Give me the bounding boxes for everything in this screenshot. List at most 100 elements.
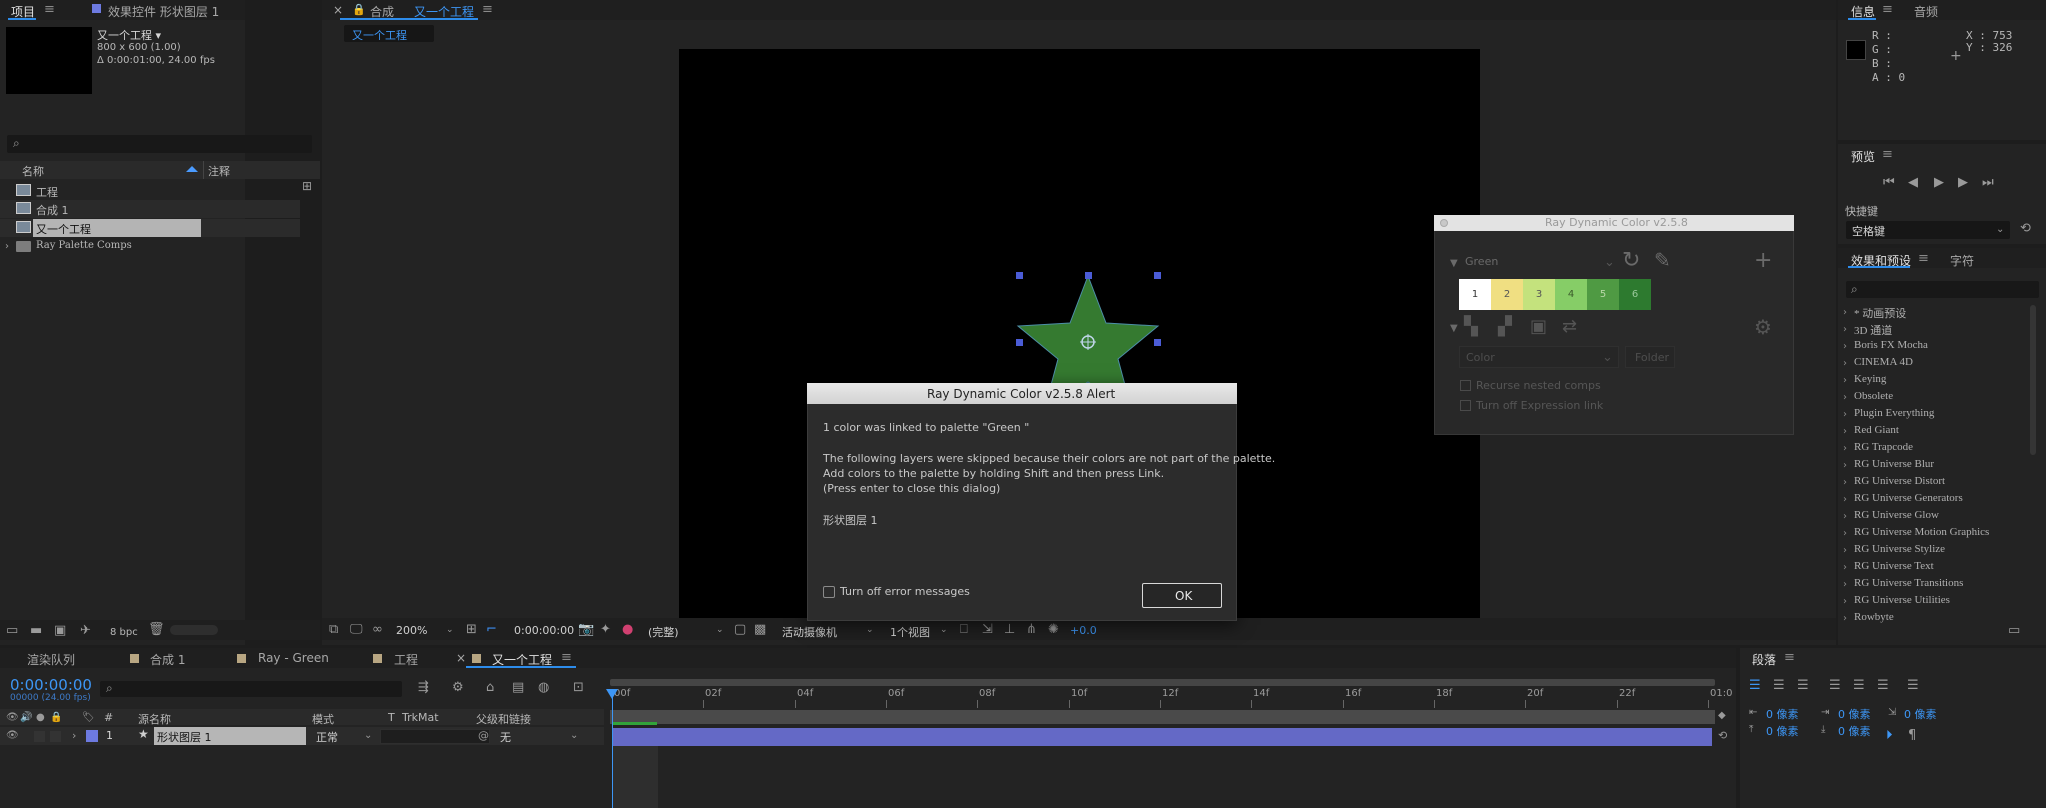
project-item-label[interactable]: 合成 1 <box>36 202 69 218</box>
effects-category-item[interactable]: RG Universe Stylize <box>1854 543 1945 555</box>
effects-category-item[interactable]: RG Trapcode <box>1854 441 1913 453</box>
reset-icon[interactable]: ⟲ <box>2020 222 2031 235</box>
collapse-triangle-icon[interactable]: ▼ <box>1450 322 1458 335</box>
chevron-down-icon[interactable]: ⌄ <box>716 624 724 637</box>
effects-category-item[interactable]: Plugin Everything <box>1854 407 1934 419</box>
chevron-right-icon[interactable]: › <box>1843 578 1847 591</box>
preview-menu-icon[interactable]: ≡ <box>1882 147 1893 162</box>
interpret-footage-icon[interactable]: ▭ <box>6 624 18 637</box>
chevron-right-icon[interactable]: › <box>1843 357 1847 370</box>
lock-icon[interactable]: 🔒 <box>50 711 62 724</box>
camera-snapshot-icon[interactable]: 📷 <box>578 623 594 636</box>
transparency-grid-icon[interactable]: ▩ <box>754 623 766 636</box>
reset-exposure-icon[interactable]: ✺ <box>1048 623 1059 636</box>
chevron-right-icon[interactable]: › <box>1843 408 1847 421</box>
gear-icon[interactable]: ⚙ <box>1754 317 1772 337</box>
comp-mini-flowchart-icon[interactable]: ⇶ <box>418 681 429 694</box>
pick-whip-icon[interactable]: @ <box>478 729 489 742</box>
flowchart-icon[interactable]: ⋔ <box>1026 623 1037 636</box>
palette-swatch[interactable]: 5 <box>1587 279 1619 310</box>
recurse-checkbox[interactable] <box>1460 380 1471 391</box>
effects-category-item[interactable]: RG Universe Text <box>1854 560 1934 572</box>
layer-label-color[interactable] <box>86 730 98 742</box>
current-time[interactable]: 0:00:00:00 <box>514 624 574 637</box>
first-frame-icon[interactable]: ⏮ <box>1883 176 1895 189</box>
info-menu-icon[interactable]: ≡ <box>1882 2 1893 17</box>
space-before-value[interactable]: 0 像素 <box>1766 723 1799 739</box>
error-messages-checkbox[interactable] <box>823 586 835 598</box>
align-right-icon[interactable]: ☰ <box>1797 679 1809 692</box>
palette-swatch[interactable]: 1 <box>1459 279 1491 310</box>
new-bin-icon[interactable]: ▭ <box>2008 624 2020 637</box>
chevron-right-icon[interactable]: › <box>1843 442 1847 455</box>
indent-first-icon[interactable]: ⇲ <box>1888 706 1896 719</box>
effects-category-item[interactable]: Red Giant <box>1854 424 1899 436</box>
keyframe-nav-icon[interactable]: ◆ <box>1718 709 1726 722</box>
col-parent[interactable]: 父级和链接 <box>476 711 531 727</box>
justify-center-icon[interactable]: ☰ <box>1853 679 1865 692</box>
show-snapshot-icon[interactable]: ✦ <box>600 623 611 636</box>
refresh-icon[interactable]: ↻ <box>1622 250 1640 272</box>
palette-name[interactable]: Green <box>1465 255 1498 268</box>
tab-timeline-project[interactable]: 工程 <box>394 651 418 668</box>
ray-panel-close-icon[interactable] <box>1440 219 1448 227</box>
comp-tab-close[interactable]: × <box>333 3 343 17</box>
next-frame-icon[interactable]: ▶ <box>1958 176 1968 189</box>
tab-timeline-comp1[interactable]: 合成 1 <box>150 651 185 668</box>
indent-left-icon[interactable]: ⇤ <box>1749 706 1757 719</box>
effects-category-item[interactable]: Obsolete <box>1854 390 1893 402</box>
indent-first-value[interactable]: 0 像素 <box>1904 706 1937 722</box>
lock-icon[interactable]: 🔒 <box>352 3 366 16</box>
effects-category-item[interactable]: RG Universe Distort <box>1854 475 1945 487</box>
video-eye-icon[interactable]: 👁 <box>6 711 19 724</box>
chevron-right-icon[interactable]: › <box>1843 527 1847 540</box>
vr-icon[interactable]: ∞ <box>372 623 383 636</box>
col-t[interactable]: T <box>388 711 395 724</box>
layer-duration-bar[interactable] <box>612 728 1712 746</box>
space-after-value[interactable]: 0 像素 <box>1838 723 1871 739</box>
space-before-icon[interactable]: ⤒ <box>1749 723 1753 736</box>
align-center-icon[interactable]: ☰ <box>1773 679 1785 692</box>
chevron-right-icon[interactable]: › <box>1843 306 1847 319</box>
chevron-right-icon[interactable]: › <box>5 240 9 253</box>
draft-3d-icon[interactable]: ⚙ <box>452 681 464 694</box>
tab-render-queue[interactable]: 渲染队列 <box>27 651 75 668</box>
ltr-icon[interactable]: ⏵ <box>1886 729 1893 742</box>
col-source-name[interactable]: 源名称 <box>138 711 171 727</box>
unlink-icon[interactable]: ▚ <box>1464 318 1478 336</box>
chevron-down-icon[interactable]: ⌄ <box>940 624 948 637</box>
justify-all-icon[interactable]: ☰ <box>1907 679 1919 692</box>
label-tag-icon[interactable]: 🏷 <box>82 711 95 724</box>
palette-swatch[interactable]: 6 <box>1619 279 1651 310</box>
resolution-dropdown[interactable]: (完整) <box>648 624 679 640</box>
mask-path-icon[interactable]: ⌐ <box>486 623 497 636</box>
chevron-down-icon[interactable]: ⌄ <box>1604 256 1615 269</box>
space-after-icon[interactable]: ⤓ <box>1821 723 1825 736</box>
effects-category-item[interactable]: RG Universe Blur <box>1854 458 1934 470</box>
layer-name[interactable]: 形状图层 1 <box>157 729 212 745</box>
col-comment[interactable]: 注释 <box>208 163 230 179</box>
shy-icon[interactable]: ⌂ <box>486 681 494 694</box>
align-left-icon[interactable]: ☰ <box>1749 679 1761 692</box>
expression-link-checkbox[interactable] <box>1460 400 1471 411</box>
tab-effect-controls[interactable]: 效果控件 形状图层 1 <box>108 3 219 20</box>
palette-swatch[interactable]: 2 <box>1491 279 1523 310</box>
chevron-down-icon[interactable]: ⌄ <box>866 624 874 637</box>
palette-swatch[interactable]: 3 <box>1523 279 1555 310</box>
project-item-label[interactable]: 又一个工程 <box>36 221 91 237</box>
video-eye-icon[interactable]: 👁 <box>6 729 19 742</box>
justify-left-icon[interactable]: ☰ <box>1829 679 1841 692</box>
collapse-triangle-icon[interactable]: ▼ <box>1450 257 1458 270</box>
graph-editor-icon[interactable]: ⊡ <box>573 681 584 694</box>
select-icon[interactable]: ▣ <box>1530 318 1547 336</box>
trash-icon[interactable]: 🗑 <box>148 623 165 636</box>
effects-category-item[interactable]: RG Universe Generators <box>1854 492 1963 504</box>
project-search-input[interactable] <box>7 135 312 153</box>
playhead-handle[interactable] <box>606 689 618 699</box>
bpc-label[interactable]: 8 bpc <box>110 627 138 638</box>
tab-timeline-ray-green[interactable]: Ray - Green <box>258 651 329 665</box>
zoom-dropdown[interactable]: 200% <box>396 624 427 637</box>
justify-right-icon[interactable]: ☰ <box>1877 679 1889 692</box>
timeline-search-input[interactable] <box>100 681 402 697</box>
chevron-right-icon[interactable]: › <box>1843 425 1847 438</box>
